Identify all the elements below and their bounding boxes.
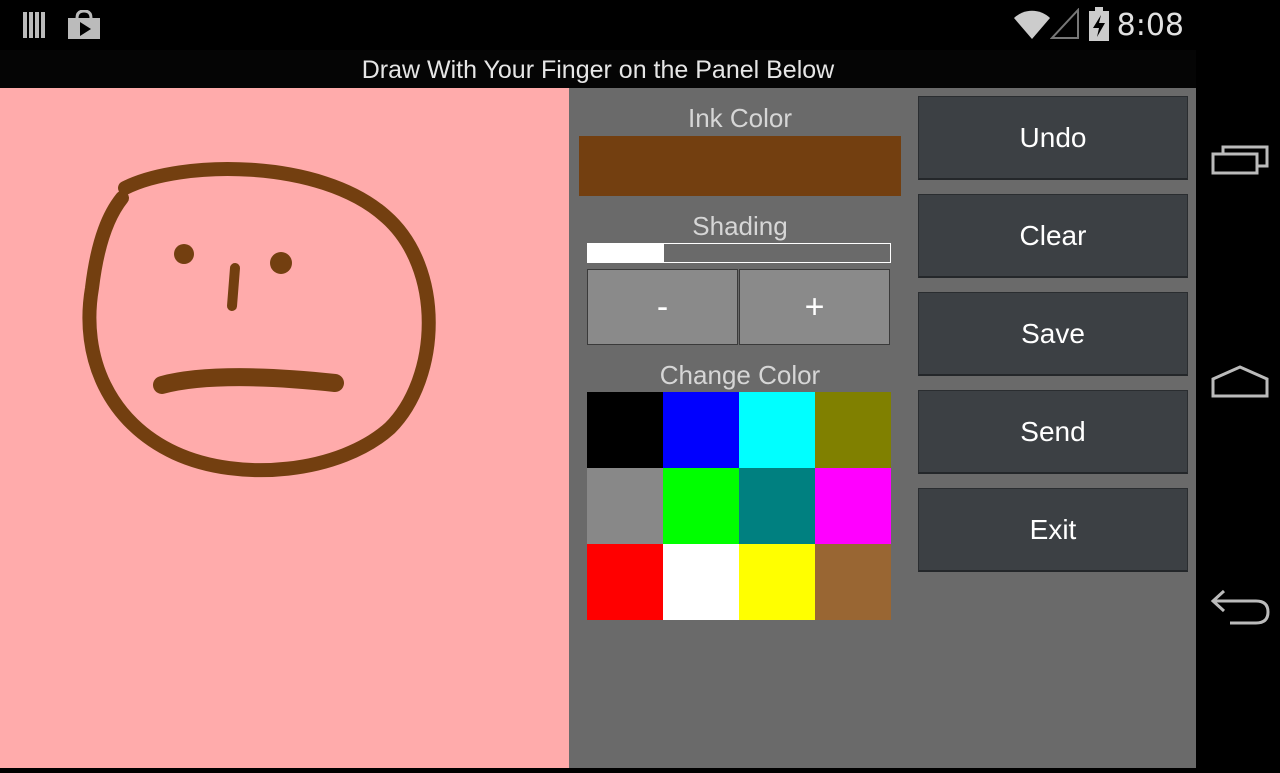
- palette-swatch[interactable]: [663, 392, 739, 468]
- nose-stroke: [227, 263, 240, 311]
- navigation-bar: [1196, 0, 1280, 768]
- control-panel: Ink Color Shading - + Change Color Undo …: [569, 88, 1196, 768]
- palette-swatch[interactable]: [739, 392, 815, 468]
- send-button[interactable]: Send: [918, 390, 1188, 474]
- recent-apps-icon[interactable]: [1210, 142, 1270, 181]
- shading-decrease-button[interactable]: -: [587, 269, 738, 345]
- palette-swatch[interactable]: [663, 544, 739, 620]
- page-title: Draw With Your Finger on the Panel Below: [0, 50, 1196, 88]
- shading-fill: [588, 244, 664, 262]
- palette-swatch[interactable]: [815, 544, 891, 620]
- palette-swatch[interactable]: [739, 468, 815, 544]
- save-button[interactable]: Save: [918, 292, 1188, 376]
- drawing-canvas[interactable]: [0, 88, 569, 768]
- shading-bar: [587, 243, 891, 263]
- right-eye: [270, 252, 292, 274]
- palette-swatch[interactable]: [739, 544, 815, 620]
- palette-swatch[interactable]: [587, 468, 663, 544]
- drawing: [82, 162, 436, 478]
- signal-icon: [1049, 7, 1080, 45]
- palette-swatch[interactable]: [587, 392, 663, 468]
- notification-icon: [22, 10, 48, 45]
- palette-swatch[interactable]: [663, 468, 739, 544]
- face-outline-stroke: [82, 162, 436, 478]
- palette-swatch[interactable]: [815, 392, 891, 468]
- wifi-icon: [1012, 8, 1052, 45]
- play-store-icon: [67, 9, 101, 45]
- change-color-label: Change Color: [659, 360, 821, 390]
- clear-button[interactable]: Clear: [918, 194, 1188, 278]
- home-icon[interactable]: [1210, 364, 1270, 405]
- palette-swatch[interactable]: [815, 468, 891, 544]
- back-icon[interactable]: [1210, 588, 1272, 633]
- shading-label: Shading: [692, 211, 788, 241]
- clock: 8:08: [1116, 8, 1184, 43]
- color-palette: [587, 392, 891, 620]
- mouth-stroke: [153, 368, 344, 394]
- battery-charging-icon: [1087, 6, 1111, 47]
- ink-color-label: Ink Color: [687, 103, 793, 133]
- exit-button[interactable]: Exit: [918, 488, 1188, 572]
- palette-swatch[interactable]: [587, 544, 663, 620]
- left-eye: [174, 244, 194, 264]
- shading-increase-button[interactable]: +: [739, 269, 890, 345]
- ink-color-swatch: [579, 136, 901, 196]
- undo-button[interactable]: Undo: [918, 96, 1188, 180]
- status-bar: 8:08: [0, 0, 1196, 50]
